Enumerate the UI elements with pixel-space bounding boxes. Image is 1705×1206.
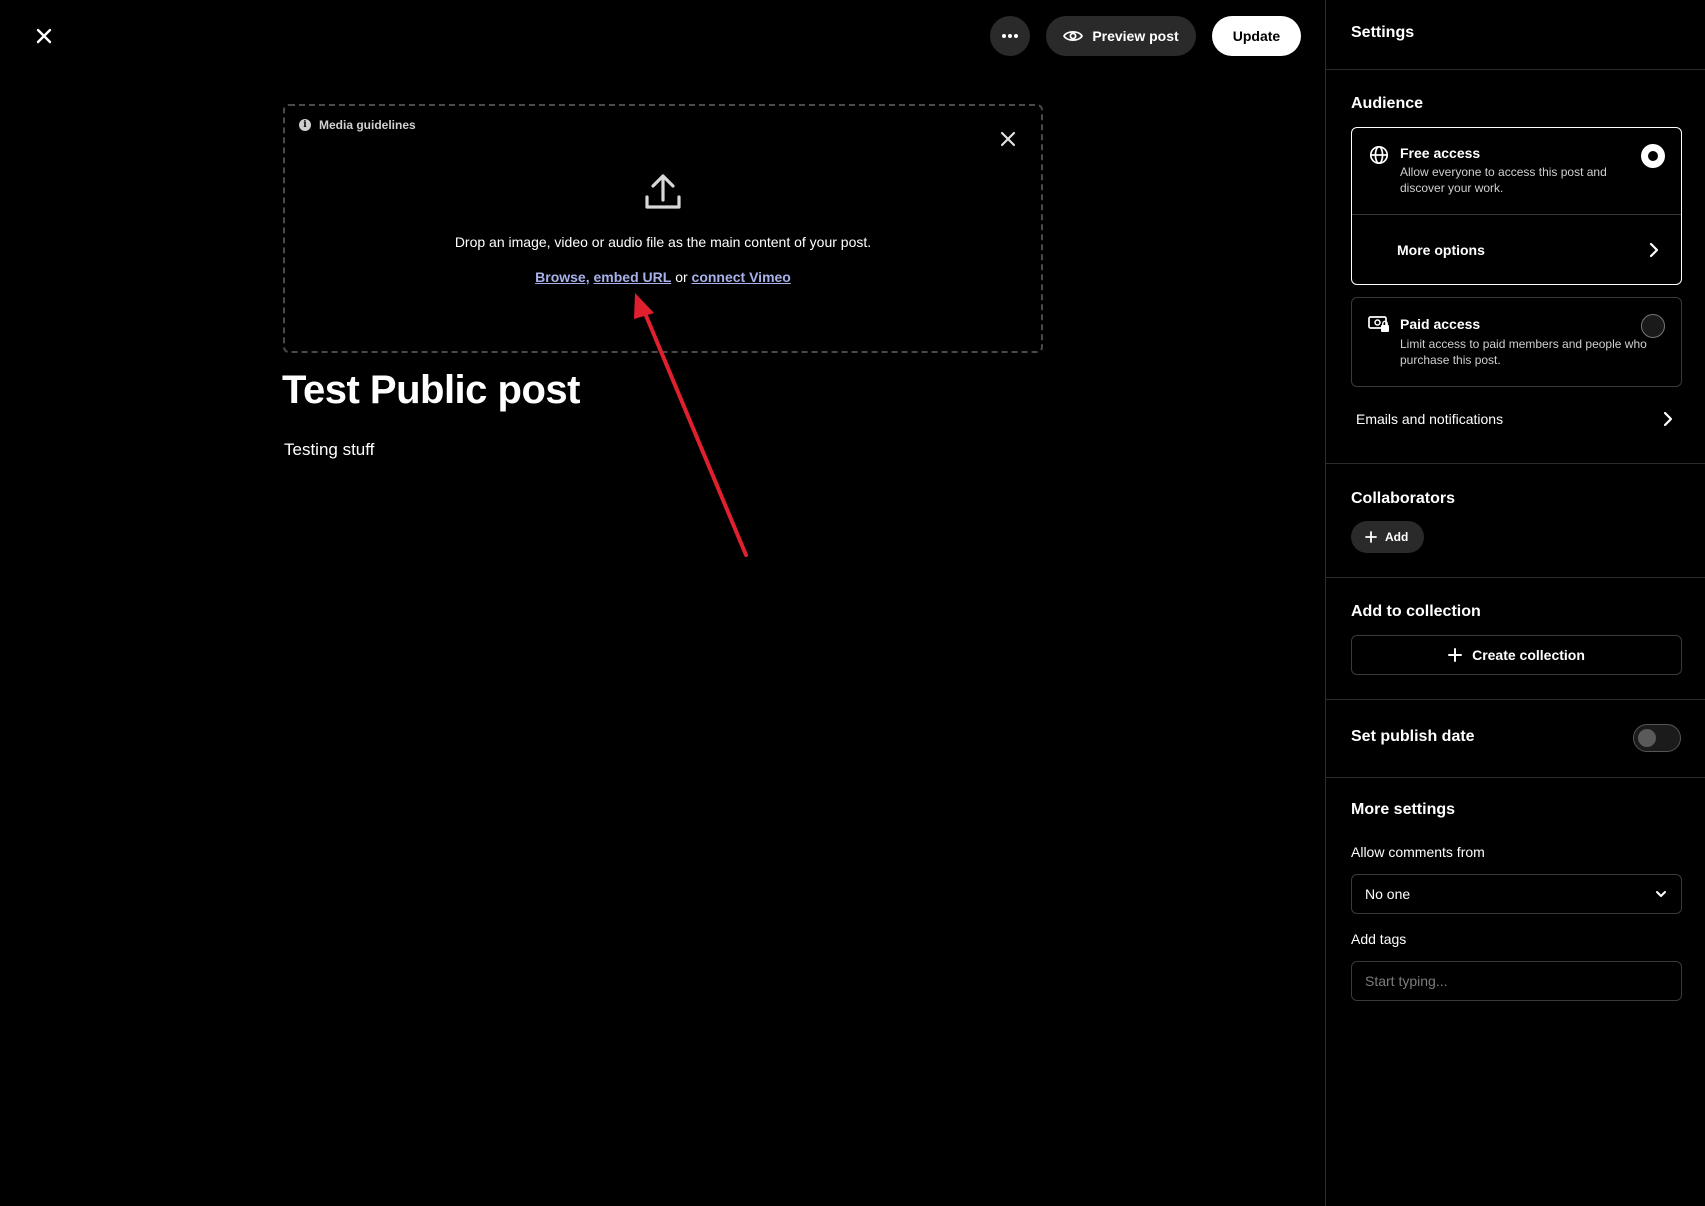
free-access-card: Free access Allow everyone to access thi… (1351, 127, 1682, 285)
audience-section: Audience Free access Allow everyone to a… (1326, 70, 1705, 464)
connect-vimeo-link[interactable]: connect Vimeo (692, 269, 791, 285)
media-guidelines-label: Media guidelines (319, 118, 416, 132)
close-editor-button[interactable] (30, 22, 58, 50)
audience-heading: Audience (1351, 95, 1424, 112)
tags-input[interactable] (1351, 961, 1682, 1001)
close-icon (36, 28, 52, 44)
add-collaborator-button[interactable]: Add (1351, 521, 1425, 553)
plus-icon (1365, 531, 1377, 543)
post-body[interactable]: Testing stuff (284, 440, 374, 460)
create-collection-button[interactable]: Create collection (1351, 635, 1682, 675)
collaborators-heading: Collaborators (1351, 490, 1456, 507)
free-access-radio[interactable] (1641, 144, 1665, 168)
create-collection-label: Create collection (1472, 647, 1585, 663)
publish-date-heading: Set publish date (1351, 728, 1475, 745)
paid-access-option[interactable]: Paid access Limit access to paid members… (1351, 297, 1682, 387)
collaborators-section: Collaborators Add (1326, 464, 1705, 578)
media-guidelines-link[interactable]: i Media guidelines (299, 118, 416, 132)
comments-select-value: No one (1365, 886, 1411, 902)
settings-title: Settings (1351, 24, 1415, 41)
paid-access-description: Limit access to paid members and people … (1400, 337, 1647, 367)
ellipsis-icon (1002, 34, 1018, 38)
eye-icon (1063, 30, 1084, 42)
chevron-right-icon (1649, 242, 1659, 258)
comments-select[interactable]: No one (1351, 874, 1682, 914)
embed-url-link[interactable]: embed URL (594, 269, 672, 285)
more-settings-section: More settings Allow comments from No one… (1326, 778, 1705, 1018)
upload-icon (645, 174, 681, 209)
paid-access-radio[interactable] (1641, 314, 1665, 338)
media-drop-zone[interactable]: i Media guidelines Drop an image, video … (283, 104, 1043, 353)
more-options-row[interactable]: More options (1397, 215, 1659, 285)
paid-access-title: Paid access (1400, 316, 1481, 332)
add-collaborator-label: Add (1385, 530, 1409, 544)
plus-icon (1448, 648, 1463, 662)
free-access-option[interactable]: Free access Allow everyone to access thi… (1352, 128, 1681, 215)
free-access-title: Free access (1400, 145, 1481, 161)
emails-notifications-row[interactable]: Emails and notifications (1356, 407, 1673, 431)
paid-lock-icon (1368, 316, 1389, 332)
preview-post-label: Preview post (1092, 28, 1179, 44)
more-options-button[interactable] (990, 16, 1030, 56)
settings-header: Settings (1326, 0, 1705, 70)
publish-date-toggle[interactable] (1633, 724, 1681, 752)
info-icon: i (299, 119, 311, 131)
settings-sidebar: Settings Audience Free access Allow ever… (1325, 0, 1705, 1206)
preview-post-button[interactable]: Preview post (1046, 16, 1196, 56)
post-title[interactable]: Test Public post (282, 368, 580, 413)
or-text: or (675, 269, 688, 285)
collection-section: Add to collection Create collection (1326, 578, 1705, 700)
free-access-description: Allow everyone to access this post and d… (1400, 165, 1607, 195)
publish-date-section: Set publish date (1326, 700, 1705, 778)
chevron-right-icon (1663, 411, 1673, 427)
emails-notifications-label: Emails and notifications (1356, 411, 1504, 427)
drop-instructions: Drop an image, video or audio file as th… (454, 234, 872, 250)
globe-icon (1369, 145, 1389, 165)
upload-links: Browse, embed URL or connect Vimeo (285, 269, 1041, 285)
comments-label: Allow comments from (1351, 844, 1485, 860)
chevron-down-icon (1656, 891, 1666, 897)
tags-label: Add tags (1351, 931, 1407, 947)
more-options-label: More options (1397, 242, 1485, 258)
collection-heading: Add to collection (1351, 603, 1481, 620)
update-button[interactable]: Update (1212, 16, 1301, 56)
browse-link[interactable]: Browse, (535, 269, 589, 285)
more-settings-heading: More settings (1351, 801, 1456, 818)
close-dropzone-icon[interactable] (999, 130, 1017, 148)
